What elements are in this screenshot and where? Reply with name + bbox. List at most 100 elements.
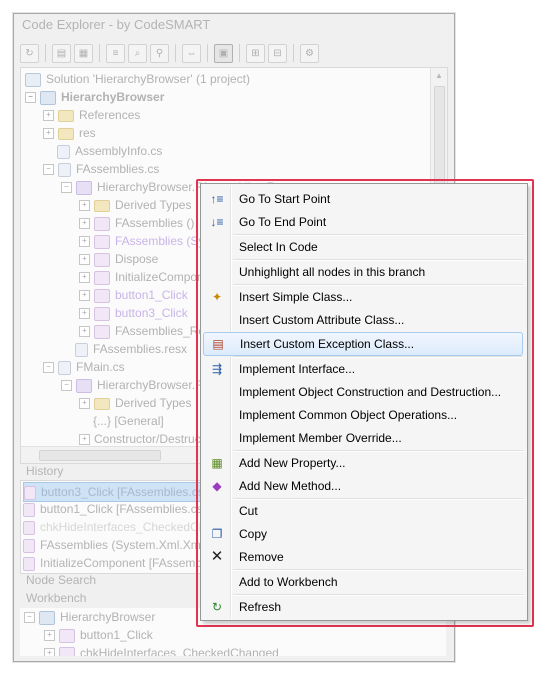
tree-node-label: Solution 'HierarchyBrowser' (1 project) [46, 72, 250, 86]
tree-node-derived-types[interactable]: + Derived Types [79, 196, 191, 214]
tree-node-member[interactable]: + FAssemblies () [79, 214, 194, 232]
expand-icon[interactable]: + [79, 290, 90, 302]
expand-icon[interactable]: + [79, 236, 90, 248]
tree-node-member[interactable]: + button3_Click [79, 304, 188, 322]
tree-node-label: FAssemblies () [115, 216, 195, 230]
solution-icon [25, 72, 41, 87]
collapse-icon[interactable]: − [43, 164, 54, 176]
cs-file-icon [58, 162, 71, 177]
toolbar-separator [175, 44, 176, 62]
collapse-icon[interactable]: − [25, 92, 36, 104]
menu-item-go-to-end[interactable]: ↓≡ Go To End Point [203, 211, 523, 233]
menu-item-unhighlight[interactable]: Unhighlight all nodes in this branch [203, 261, 523, 283]
expand-icon[interactable]: + [79, 272, 90, 284]
menu-item-go-to-start[interactable]: ↑≡ Go To Start Point [203, 188, 523, 210]
tree-node-resx[interactable]: FAssemblies.resx [75, 340, 187, 358]
menu-item-implement-interface[interactable]: ⇶ Implement Interface... [203, 358, 523, 380]
sort-icon[interactable]: ≡ [106, 43, 125, 63]
search-icon[interactable]: ⌕ [128, 43, 147, 63]
class-view-icon[interactable]: ▦ [74, 43, 93, 63]
menu-item-copy[interactable]: ❐ Copy [203, 523, 523, 545]
tree-node-general[interactable]: {...} [General] [93, 412, 164, 430]
tree-node-label: {...} [General] [93, 414, 164, 428]
history-item[interactable]: button3_Click [FAssemblies.cs] [23, 482, 213, 502]
go-to-end-icon: ↓≡ [210, 215, 224, 229]
tree-node-label: Derived Types [115, 396, 192, 410]
menu-item-insert-simple-class[interactable]: ✦ Insert Simple Class... [203, 286, 523, 308]
tree-node-references[interactable]: + References [43, 106, 140, 124]
workbench-node-member[interactable]: + chkHideInterfaces_CheckedChanged [44, 644, 279, 656]
tree-node-solution[interactable]: Solution 'HierarchyBrowser' (1 project) [25, 70, 250, 88]
tree-node-project[interactable]: − HierarchyBrowser [25, 88, 164, 106]
menu-item-implement-override[interactable]: Implement Member Override... [203, 427, 523, 449]
expand-icon[interactable]: + [79, 434, 90, 446]
settings-icon[interactable]: ⊟ [268, 43, 287, 63]
expand-icon[interactable]: + [79, 254, 90, 266]
tree-node-label: FAssemblies.resx [93, 342, 188, 356]
menu-item-select-in-code[interactable]: Select In Code [203, 236, 523, 258]
menu-item-add-to-workbench[interactable]: Add to Workbench [203, 571, 523, 593]
workbench-node-member[interactable]: + button1_Click [44, 626, 153, 644]
tree-node-assemblyinfo[interactable]: AssemblyInfo.cs [57, 142, 162, 160]
expand-icon[interactable]: + [44, 630, 55, 642]
toolbar-separator [293, 44, 294, 62]
tree-node-member[interactable]: + button1_Click [79, 286, 188, 304]
menu-item-add-property[interactable]: ▦ Add New Property... [203, 452, 523, 474]
cs-file-icon [58, 360, 71, 375]
tree-node-label: Dispose [115, 252, 159, 266]
menu-item-add-method[interactable]: ◆ Add New Method... [203, 475, 523, 497]
collapse-icon[interactable]: − [43, 362, 54, 374]
class-icon [76, 180, 92, 195]
class-icon [76, 378, 92, 393]
tree-node-label: HierarchyBrowser [60, 610, 156, 624]
collapse-icon[interactable]: − [61, 182, 72, 194]
menu-item-cut[interactable]: Cut [203, 500, 523, 522]
collapse-icon[interactable]: − [61, 380, 72, 392]
folder-icon [58, 109, 74, 122]
expand-all-icon[interactable]: ▣ [214, 43, 233, 63]
menu-item-insert-custom-attribute[interactable]: Insert Custom Attribute Class... [203, 309, 523, 331]
menu-item-label: Insert Simple Class... [239, 290, 353, 304]
options-icon[interactable]: ⇔ [182, 43, 201, 63]
expand-icon[interactable]: + [79, 200, 90, 212]
sync-icon[interactable]: ⚲ [150, 43, 169, 63]
expand-icon[interactable]: + [79, 218, 90, 230]
gear-icon[interactable]: ⚙ [300, 43, 319, 63]
collapse-icon[interactable]: − [24, 612, 35, 624]
expand-icon[interactable]: + [43, 128, 54, 140]
scroll-thumb[interactable] [39, 450, 161, 461]
refresh-icon[interactable]: ↻ [20, 43, 39, 63]
menu-item-implement-common-ops[interactable]: Implement Common Object Operations... [203, 404, 523, 426]
expand-icon[interactable]: + [44, 648, 55, 656]
expand-icon[interactable]: + [43, 110, 54, 122]
remove-icon: ✕ [210, 548, 224, 565]
expand-icon[interactable]: + [79, 308, 90, 320]
tree-node-label: AssemblyInfo.cs [75, 144, 163, 158]
menu-item-insert-custom-exception[interactable]: ▤ Insert Custom Exception Class... [203, 332, 523, 356]
tree-node-fmain-cs[interactable]: − FMain.cs [43, 358, 125, 376]
filter-icon[interactable]: ▤ [52, 43, 71, 63]
menu-item-refresh[interactable]: ↻ Refresh [203, 596, 523, 618]
collapse-all-icon[interactable]: ⊞ [246, 43, 265, 63]
tree-node-res[interactable]: + res [43, 124, 96, 142]
menu-item-remove[interactable]: ✕ Remove [203, 546, 523, 568]
expand-icon[interactable]: + [79, 398, 90, 410]
tree-node-label: button1_Click [80, 628, 153, 642]
scroll-up-icon[interactable]: ▲ [431, 68, 447, 84]
constructor-icon [23, 538, 35, 553]
tree-node-derived-types[interactable]: + Derived Types [79, 394, 191, 412]
node-search-title[interactable]: Node Search [26, 572, 96, 589]
menu-item-label: Copy [239, 527, 268, 541]
menu-item-implement-construction[interactable]: Implement Object Construction and Destru… [203, 381, 523, 403]
expand-icon[interactable]: + [79, 326, 90, 338]
history-item-label: button3_Click [FAssemblies.cs] [41, 485, 208, 499]
folder-icon [94, 397, 110, 410]
tree-node-fassemblies-cs[interactable]: − FAssemblies.cs [43, 160, 159, 178]
tree-node-member[interactable]: + Dispose [79, 250, 158, 268]
menu-item-label: Implement Interface... [239, 362, 356, 376]
toolbar: ↻ ▤ ▦ ≡ ⌕ ⚲ ⇔ ▣ ⊞ ⊟ ⚙ [20, 41, 448, 65]
tree-node-label: FMain.cs [76, 360, 125, 374]
add-property-icon: ▦ [211, 456, 223, 470]
history-item[interactable]: button1_Click [FAssemblies.cs] [23, 500, 210, 518]
workbench-node-project[interactable]: − HierarchyBrowser [24, 608, 155, 626]
